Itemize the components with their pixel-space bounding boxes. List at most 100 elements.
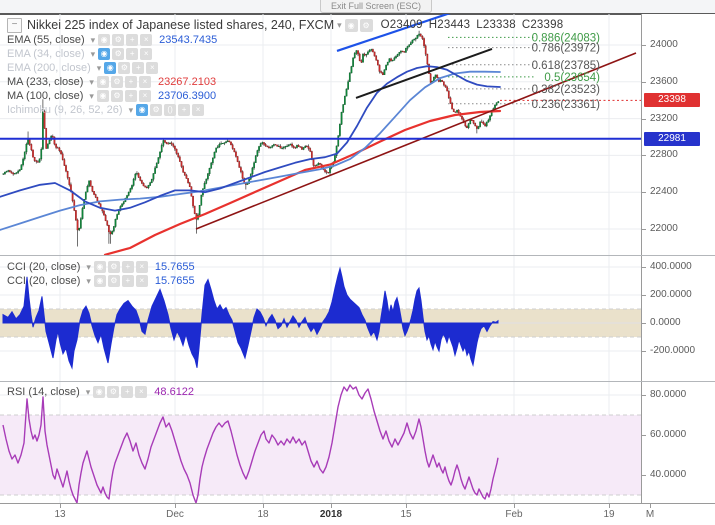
axis-tick-label: 40.0000 <box>650 469 687 480</box>
indicator-label: MA (233, close) <box>7 76 84 88</box>
indicator-legend-row[interactable]: EMA (34, close) ▾ ◉ ⚙ + × <box>7 47 563 61</box>
indicator-label: EMA (34, close) <box>7 48 85 60</box>
chevron-down-icon[interactable]: ▾ <box>89 77 94 88</box>
axis-tick-label: 60.0000 <box>650 429 687 440</box>
hline-price-badge: 22981 <box>644 131 700 146</box>
indicator-label: RSI (14, close) <box>7 386 80 398</box>
plus-icon[interactable]: + <box>121 275 134 287</box>
gear-icon[interactable]: ⚙ <box>112 34 125 46</box>
ohlc-high: H23443 <box>428 19 471 31</box>
price-axis[interactable]: 24000 23600 23200 22800 22400 22000 400.0000 20… <box>641 14 715 503</box>
pane-divider-rsi[interactable] <box>0 381 715 382</box>
plus-icon[interactable]: + <box>126 48 139 60</box>
x-icon[interactable]: × <box>140 34 153 46</box>
gear-icon[interactable]: ⚙ <box>150 104 163 116</box>
indicator-legend-row[interactable]: Ichimoku (9, 26, 52, 26) ▾ ◉ ⚙() + × <box>7 103 563 117</box>
indicator-legend-row[interactable]: CCI (20, close) ▾ ◉ ⚙ + × 15.7655 <box>7 274 195 288</box>
gear-icon[interactable]: ⚙ <box>110 76 123 88</box>
chevron-down-icon[interactable]: ▾ <box>86 262 91 273</box>
plus-icon[interactable]: + <box>124 76 137 88</box>
eye-icon[interactable]: ◉ <box>96 76 109 88</box>
axis-tick-label: 22400 <box>650 186 678 198</box>
indicator-label: CCI (20, close) <box>7 275 81 287</box>
gear-icon[interactable]: ⚙ <box>107 261 120 273</box>
x-icon[interactable]: × <box>135 275 148 287</box>
time-axis-label: Dec <box>166 509 184 520</box>
eye-icon[interactable]: ◉ <box>344 18 358 32</box>
time-axis-label: 18 <box>257 509 269 520</box>
time-axis-label: 13 <box>54 509 66 520</box>
indicator-value: 23706.3900 <box>157 90 217 102</box>
chevron-down-icon[interactable]: ▾ <box>89 91 94 102</box>
plus-icon[interactable]: + <box>132 62 145 74</box>
gear-icon[interactable]: ⚙ <box>112 48 125 60</box>
pane-divider-cci[interactable] <box>0 255 715 256</box>
axis-tick-label: 23200 <box>650 112 678 124</box>
eye-icon[interactable]: ◉ <box>93 386 106 398</box>
axis-tick-label: 0.0000 <box>650 317 681 328</box>
indicator-label: EMA (55, close) <box>7 34 85 46</box>
plus-icon[interactable]: + <box>121 386 134 398</box>
x-icon[interactable]: × <box>135 386 148 398</box>
main-pane-legend: − Nikkei 225 index of Japanese listed sh… <box>7 17 563 117</box>
eye-icon[interactable]: ◉ <box>136 104 149 116</box>
collapse-pane-icon[interactable]: − <box>7 17 22 33</box>
chevron-down-icon[interactable]: ▾ <box>97 63 102 74</box>
x-icon[interactable]: × <box>192 104 205 116</box>
ohlc-open: O23409 <box>380 19 423 31</box>
chevron-down-icon[interactable]: ▾ <box>337 20 342 31</box>
time-axis[interactable]: 13 Dec 18 2018 15 Feb 19 M <box>0 503 715 525</box>
indicator-legend-row[interactable]: EMA (55, close) ▾ ◉ ⚙ + × 23543.7435 <box>7 33 563 47</box>
braces-icon[interactable]: () <box>164 104 177 116</box>
indicator-legend-row[interactable]: MA (233, close) ▾ ◉ ⚙ + × 23267.2103 <box>7 75 563 89</box>
exit-fullscreen-button[interactable]: Exit Full Screen (ESC) <box>320 0 433 13</box>
indicator-legend-row[interactable]: CCI (20, close) ▾ ◉ ⚙ + × 15.7655 <box>7 260 195 274</box>
indicator-label: Ichimoku (9, 26, 52, 26) <box>7 104 123 116</box>
chevron-down-icon[interactable]: ▾ <box>129 105 134 116</box>
eye-icon[interactable]: ◉ <box>93 275 106 287</box>
symbol-title[interactable]: Nikkei 225 index of Japanese listed shar… <box>27 18 334 32</box>
ohlc-close: C23398 <box>521 19 564 31</box>
time-axis-label: 2018 <box>319 509 343 520</box>
gear-icon[interactable]: ⚙ <box>118 62 131 74</box>
indicator-label: CCI (20, close) <box>7 261 81 273</box>
gear-icon[interactable]: ⚙ <box>107 386 120 398</box>
indicator-legend-row[interactable]: RSI (14, close) ▾ ◉ ⚙ + × 48.6122 <box>7 385 194 399</box>
time-axis-label: 15 <box>400 509 412 520</box>
indicator-value: 15.7655 <box>154 275 195 287</box>
indicator-label: EMA (200, close) <box>7 62 91 74</box>
eye-icon[interactable]: ◉ <box>96 90 109 102</box>
chevron-down-icon[interactable]: ▾ <box>86 276 91 287</box>
indicator-legend-row[interactable]: MA (100, close) ▾ ◉ ⚙ + × 23706.3900 <box>7 89 563 103</box>
plus-icon[interactable]: + <box>121 261 134 273</box>
eye-icon[interactable]: ◉ <box>93 261 106 273</box>
plus-icon[interactable]: + <box>178 104 191 116</box>
gear-icon[interactable]: ⚙ <box>359 18 373 32</box>
time-axis-label: M <box>645 509 655 520</box>
axis-tick-label: 400.0000 <box>650 261 692 272</box>
x-icon[interactable]: × <box>135 261 148 273</box>
rsi-pane-legend: RSI (14, close) ▾ ◉ ⚙ + × 48.6122 <box>7 385 194 399</box>
gear-icon[interactable]: ⚙ <box>110 90 123 102</box>
x-icon[interactable]: × <box>146 62 159 74</box>
axis-tick-label: -200.0000 <box>650 345 696 356</box>
eye-icon[interactable]: ◉ <box>98 48 111 60</box>
eye-icon[interactable]: ◉ <box>98 34 111 46</box>
x-icon[interactable]: × <box>138 90 151 102</box>
indicator-value: 23267.2103 <box>157 76 217 88</box>
ohlc-low: L23338 <box>476 19 516 31</box>
time-axis-label: 19 <box>603 509 615 520</box>
x-icon[interactable]: × <box>138 76 151 88</box>
plus-icon[interactable]: + <box>126 34 139 46</box>
chevron-down-icon[interactable]: ▾ <box>91 35 96 46</box>
chevron-down-icon[interactable]: ▾ <box>91 49 96 60</box>
indicator-legend-row[interactable]: EMA (200, close) ▾ ◉ ⚙ + × <box>7 61 563 75</box>
chevron-down-icon[interactable]: ▾ <box>86 387 91 398</box>
indicator-value: 48.6122 <box>154 386 195 398</box>
axis-tick-label: 24000 <box>650 39 678 50</box>
x-icon[interactable]: × <box>140 48 153 60</box>
plus-icon[interactable]: + <box>124 90 137 102</box>
gear-icon[interactable]: ⚙ <box>107 275 120 287</box>
eye-icon[interactable]: ◉ <box>104 62 117 74</box>
chart-window: Exit Full Screen (ESC) 0.886(24083) 0.786… <box>0 0 715 525</box>
